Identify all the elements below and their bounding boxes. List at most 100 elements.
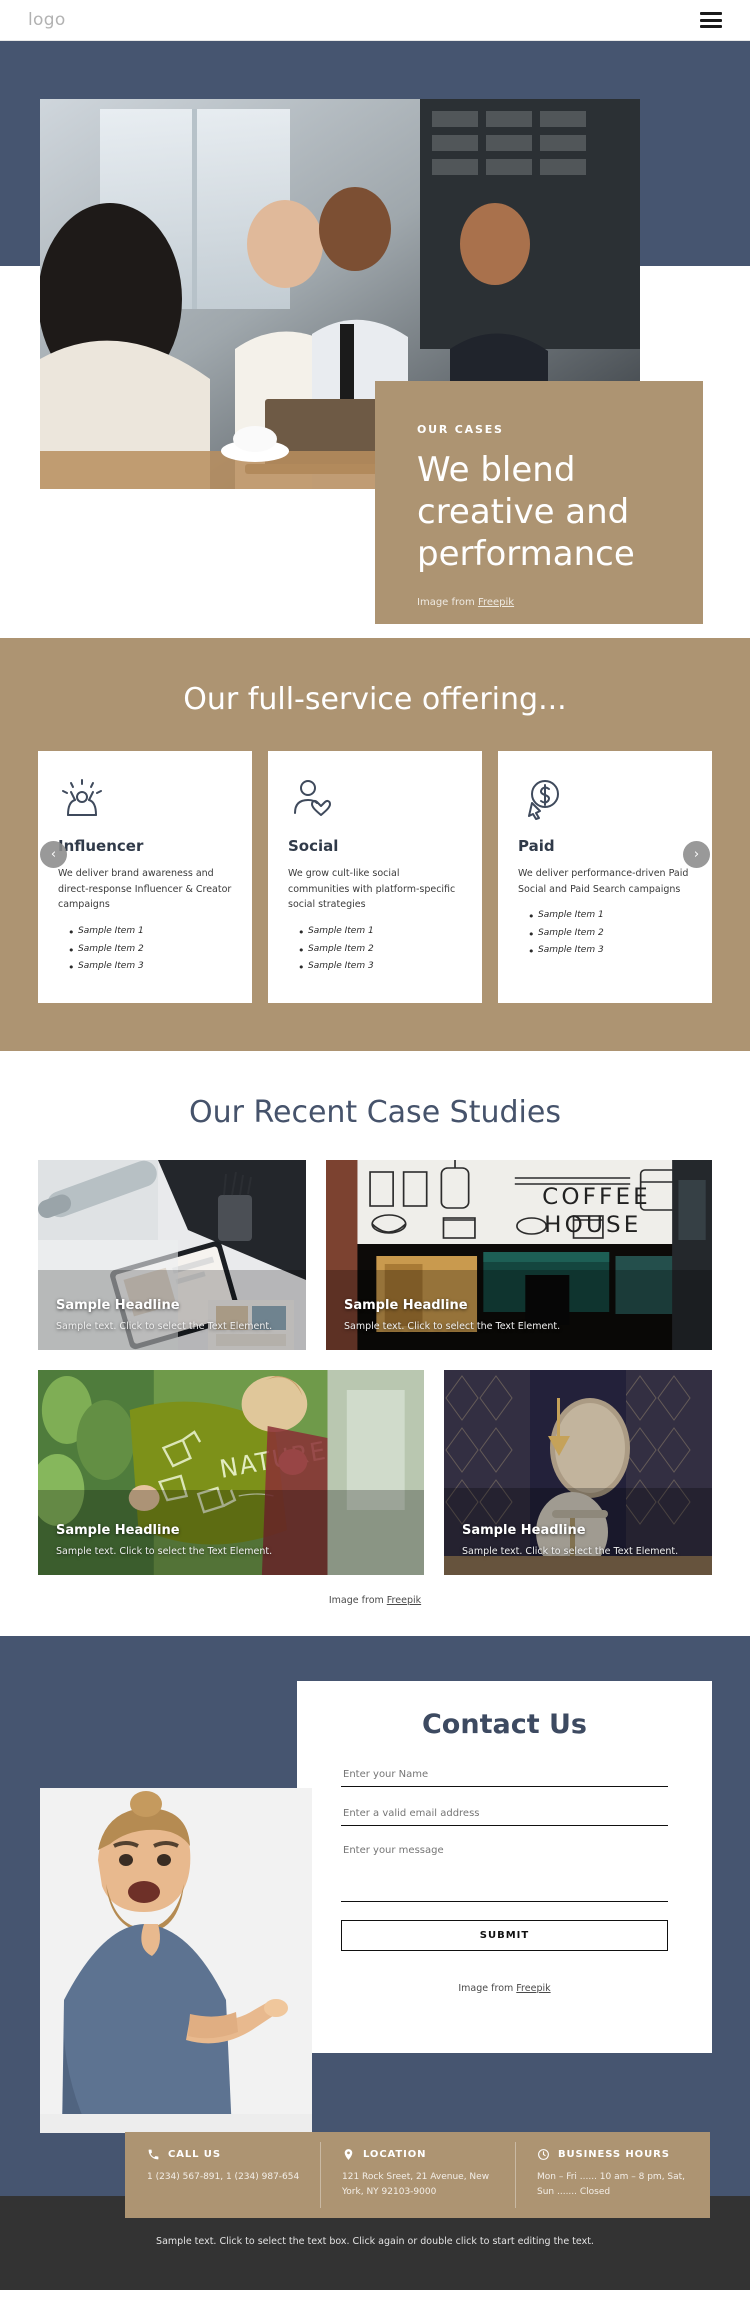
offering-card-title: Social (288, 837, 339, 855)
name-field[interactable] (341, 1764, 668, 1787)
contact-info-call: CALL US 1 (234) 567-891, 1 (234) 987-654 (125, 2132, 320, 2218)
offering-card-items: Sample Item 1 Sample Item 2 Sample Item … (288, 922, 462, 978)
footer-text: Sample text. Click to select the text bo… (156, 2236, 594, 2247)
list-item: Sample Item 1 (68, 922, 232, 943)
contact-info-hours-header: BUSINESS HOURS (537, 2148, 710, 2161)
message-field[interactable] (341, 1840, 668, 1902)
list-item: Sample Item 1 (528, 906, 692, 927)
contact-info-call-header: CALL US (147, 2148, 320, 2161)
offering-card-items: Sample Item 1 Sample Item 2 Sample Item … (518, 906, 692, 962)
contact-info-location: LOCATION 121 Rock Sreet, 21 Avenue, New … (320, 2132, 515, 2218)
contact-info-call-text: 1 (234) 567-891, 1 (234) 987-654 (147, 2172, 300, 2182)
case-study-headline: Sample Headline (462, 1523, 586, 1538)
site-logo[interactable]: logo (28, 10, 66, 30)
case-study-tile-interior[interactable]: Sample Headline Sample text. Click to se… (444, 1370, 712, 1575)
case-studies-section: Our Recent Case Studies Sample Headline … (0, 1051, 750, 1636)
burger-line-3 (700, 25, 722, 28)
email-field-wrapper (341, 1801, 668, 1826)
list-item: Sample Item 2 (298, 940, 462, 961)
offering-card-description: We deliver performance-driven Paid Socia… (518, 868, 689, 895)
burger-line-1 (700, 12, 722, 15)
case-studies-grid: Sample Headline Sample text. Click to se… (0, 1160, 750, 1606)
case-study-caption: Sample Headline Sample text. Click to se… (56, 1523, 410, 1557)
case-study-headline: Sample Headline (56, 1298, 180, 1313)
phone-icon (147, 2148, 160, 2161)
contact-form-card: Contact Us SUBMIT Image from Freepik (297, 1681, 712, 2053)
offering-card-title: Paid (518, 837, 555, 855)
case-study-caption: Sample Headline Sample text. Click to se… (344, 1298, 698, 1332)
clock-icon (537, 2148, 550, 2161)
offering-card-description: We grow cult-like social communities wit… (288, 868, 456, 911)
contact-credit-link[interactable]: Freepik (516, 1983, 550, 1994)
case-study-tile-design[interactable]: Sample Headline Sample text. Click to se… (38, 1160, 306, 1350)
contact-info-call-title: CALL US (168, 2149, 221, 2160)
case-studies-heading: Our Recent Case Studies (189, 1095, 561, 1130)
list-item: Sample Item 3 (68, 957, 232, 978)
burger-line-2 (700, 18, 722, 22)
case-study-caption: Sample Headline Sample text. Click to se… (462, 1523, 698, 1557)
contact-credit-prefix: Image from (458, 1983, 517, 1994)
list-item: Sample Item 2 (68, 940, 232, 961)
contact-person-photo (40, 1788, 312, 2133)
case-study-text: Sample text. Click to select the Text El… (462, 1546, 679, 1557)
submit-button[interactable]: SUBMIT (341, 1920, 668, 1951)
hero-eyebrow: OUR CASES (417, 423, 504, 436)
offering-section: Our full-service offering... Influencer … (0, 638, 750, 1051)
list-item: Sample Item 2 (528, 924, 692, 945)
offering-card-description: We deliver brand awareness and direct-re… (58, 868, 232, 911)
person-heart-icon (288, 775, 462, 825)
offering-heading: Our full-service offering... (183, 682, 567, 717)
contact-info-hours-title: BUSINESS HOURS (558, 2149, 670, 2160)
contact-info-bar: CALL US 1 (234) 567-891, 1 (234) 987-654… (125, 2132, 710, 2218)
hamburger-menu-icon[interactable] (700, 12, 722, 28)
case-study-headline: Sample Headline (56, 1523, 180, 1538)
hero-credit-prefix: Image from (417, 597, 478, 609)
case-study-tile-nature[interactable]: NATURE Sample Headline Sample text. Clic… (38, 1370, 424, 1575)
contact-section: Contact Us SUBMIT Image from Freepik (0, 1636, 750, 2218)
hero-image-credit: Image from Freepik (417, 597, 703, 608)
case-study-text: Sample text. Click to select the Text El… (56, 1321, 273, 1332)
carousel-next-button[interactable]: › (683, 840, 710, 868)
list-item: Sample Item 3 (528, 941, 692, 962)
offering-card-title: Influencer (58, 837, 144, 855)
map-pin-icon (342, 2148, 355, 2161)
offering-card-influencer[interactable]: Influencer We deliver brand awareness an… (38, 751, 252, 1003)
svg-text:HOUSE: HOUSE (544, 1212, 641, 1237)
case-studies-row-1: Sample Headline Sample text. Click to se… (38, 1160, 712, 1350)
svg-text:COFFEE: COFFEE (542, 1184, 651, 1209)
case-study-text: Sample text. Click to select the Text El… (344, 1321, 561, 1332)
list-item: Sample Item 3 (298, 957, 462, 978)
offering-card-social[interactable]: Social We grow cult-like social communit… (268, 751, 482, 1003)
landing-page: logo OUR CASES We blend creative and per… (0, 0, 750, 2291)
dollar-click-icon (518, 775, 692, 825)
message-field-wrapper (341, 1840, 668, 1906)
email-field[interactable] (341, 1803, 668, 1826)
case-study-headline: Sample Headline (344, 1298, 468, 1313)
hero-text-card: OUR CASES We blend creative and performa… (375, 381, 703, 624)
hero-credit-link[interactable]: Freepik (478, 597, 514, 608)
celebration-person-icon (58, 775, 232, 825)
contact-info-hours-text: Mon – Fri ...... 10 am – 8 pm, Sat, Sun … (537, 2172, 686, 2198)
case-studies-row-2: NATURE Sample Headline Sample text. Clic… (38, 1370, 712, 1575)
contact-info-location-title: LOCATION (363, 2149, 427, 2160)
contact-image-credit: Image from Freepik (341, 1983, 668, 1994)
pointing-man-illustration (40, 1788, 312, 2133)
cases-credit-prefix: Image from (328, 1595, 387, 1606)
hero-title: We blend creative and performance (417, 450, 635, 574)
contact-info-location-text: 121 Rock Sreet, 21 Avenue, New York, NY … (342, 2172, 490, 2198)
offering-card-list: Influencer We deliver brand awareness an… (0, 751, 750, 1003)
contact-info-location-header: LOCATION (342, 2148, 515, 2161)
case-study-tile-coffee[interactable]: COFFEE HOUSE Sample Headline Sample text… (326, 1160, 712, 1350)
case-study-text: Sample text. Click to select the Text El… (56, 1546, 273, 1557)
case-studies-image-credit: Image from Freepik (38, 1595, 712, 1606)
site-header: logo (0, 0, 750, 41)
carousel-prev-button[interactable]: ‹ (40, 840, 67, 868)
offering-card-items: Sample Item 1 Sample Item 2 Sample Item … (58, 922, 232, 978)
cases-credit-link[interactable]: Freepik (387, 1595, 421, 1606)
case-study-caption: Sample Headline Sample text. Click to se… (56, 1298, 292, 1332)
offering-card-paid[interactable]: Paid We deliver performance-driven Paid … (498, 751, 712, 1003)
hero-section: OUR CASES We blend creative and performa… (0, 41, 750, 638)
contact-heading: Contact Us (421, 1709, 588, 1740)
contact-info-hours: BUSINESS HOURS Mon – Fri ...... 10 am – … (515, 2132, 710, 2218)
list-item: Sample Item 1 (298, 922, 462, 943)
